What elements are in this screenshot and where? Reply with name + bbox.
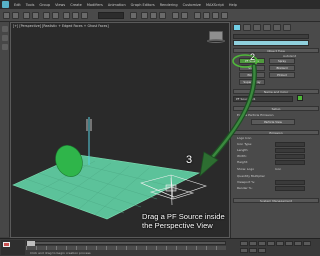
instruction-line-1: Drag a PF Source inside: [142, 212, 225, 221]
status-bar: Click and drag to begin creation process: [0, 238, 320, 256]
instruction-caption: Drag a PF Source inside the Perspective …: [142, 212, 252, 230]
play-icon[interactable]: [258, 241, 266, 246]
status-prompt: Click and drag to begin creation process: [30, 251, 91, 255]
3ds-max-window: Edit Tools Group Views Create Modifiers …: [0, 0, 320, 256]
track-bar[interactable]: [26, 246, 226, 250]
zoom-icon[interactable]: [303, 241, 311, 246]
next-frame-icon[interactable]: [267, 241, 275, 246]
go-to-start-icon[interactable]: [240, 241, 248, 246]
drag-arrow-core: [208, 64, 256, 162]
go-to-end-icon[interactable]: [276, 241, 284, 246]
pan-icon[interactable]: [240, 248, 248, 253]
maximize-viewport-icon[interactable]: [258, 248, 266, 253]
previous-frame-icon[interactable]: [249, 241, 257, 246]
track-bar-ruler: [26, 246, 226, 250]
step-3-number: 3: [186, 154, 193, 166]
orbit-icon[interactable]: [249, 248, 257, 253]
auto-key-button[interactable]: [285, 241, 293, 246]
step-2-number: 2: [250, 52, 256, 62]
maxscript-listener[interactable]: [1, 240, 25, 255]
time-slider[interactable]: [26, 241, 226, 246]
animation-controls: [240, 241, 318, 254]
drag-arrow: [207, 63, 257, 163]
instruction-line-2: the Perspective View: [142, 221, 213, 230]
maxscript-icon[interactable]: [3, 242, 10, 247]
set-key-button[interactable]: [294, 241, 302, 246]
